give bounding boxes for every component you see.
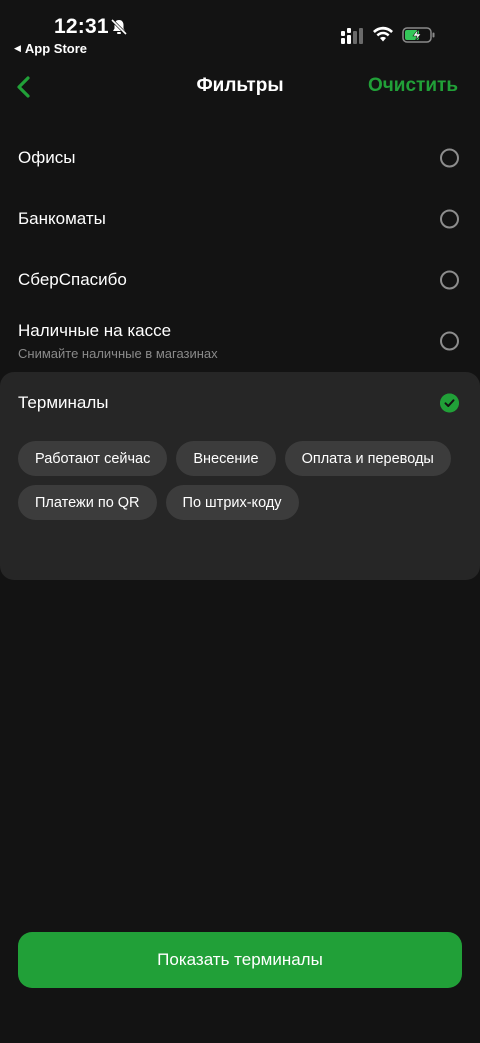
filter-atms[interactable]: Банкоматы	[0, 188, 480, 249]
filter-label: Терминалы	[18, 393, 109, 412]
chip-working-now[interactable]: Работают сейчас	[18, 441, 168, 476]
bell-slash-icon	[110, 18, 128, 36]
chip-barcode[interactable]: По штрих-коду	[165, 485, 299, 520]
radio-unchecked-icon[interactable]	[440, 270, 459, 289]
filter-label: Офисы	[18, 147, 76, 167]
filter-terminals[interactable]: Терминалы	[0, 372, 480, 434]
back-app-label: App Store	[24, 41, 88, 56]
chip-qr-payments[interactable]: Платежи по QR	[18, 485, 157, 520]
filter-label: Банкоматы	[18, 208, 106, 228]
radio-unchecked-icon[interactable]	[440, 331, 459, 351]
filter-label: СберСпасибо	[18, 269, 127, 289]
signal-icon	[341, 28, 363, 44]
status-bar: 12:31 ◀ App Store	[0, 0, 480, 62]
back-triangle-icon: ◀	[14, 43, 21, 53]
clear-button[interactable]: Очистить	[368, 75, 458, 97]
filters-screen: 12:31 ◀ App Store Фильтры Очистить Офисы…	[0, 0, 480, 1043]
chip-payments-transfers[interactable]: Оплата и переводы	[284, 441, 451, 476]
show-terminals-button[interactable]: Показать терминалы	[18, 932, 462, 988]
back-to-app-store[interactable]: ◀ App Store	[14, 41, 87, 56]
status-time: 12:31	[54, 15, 109, 38]
wifi-icon	[373, 26, 393, 42]
filter-label: Наличные на кассе	[18, 321, 172, 340]
radio-unchecked-icon[interactable]	[440, 148, 459, 167]
filter-subtitle: Снимайте наличные в магазинах	[18, 346, 218, 361]
battery-charging-icon	[402, 27, 435, 43]
filter-list: Офисы Банкоматы СберСпасибо Наличные на …	[0, 127, 480, 372]
filter-cash-at-checkout[interactable]: Наличные на кассе Снимайте наличные в ма…	[0, 310, 480, 372]
chip-deposit[interactable]: Внесение	[176, 441, 276, 476]
filter-terminals-card: Терминалы Работают сейчас Внесение Оплат…	[0, 372, 480, 580]
radio-unchecked-icon[interactable]	[440, 209, 459, 228]
nav-bar: Фильтры Очистить	[0, 62, 480, 112]
radio-checked-icon[interactable]	[440, 393, 459, 413]
filter-offices[interactable]: Офисы	[0, 127, 480, 188]
terminal-option-chips: Работают сейчас Внесение Оплата и перево…	[18, 441, 468, 520]
filter-sberspasibo[interactable]: СберСпасибо	[0, 249, 480, 310]
